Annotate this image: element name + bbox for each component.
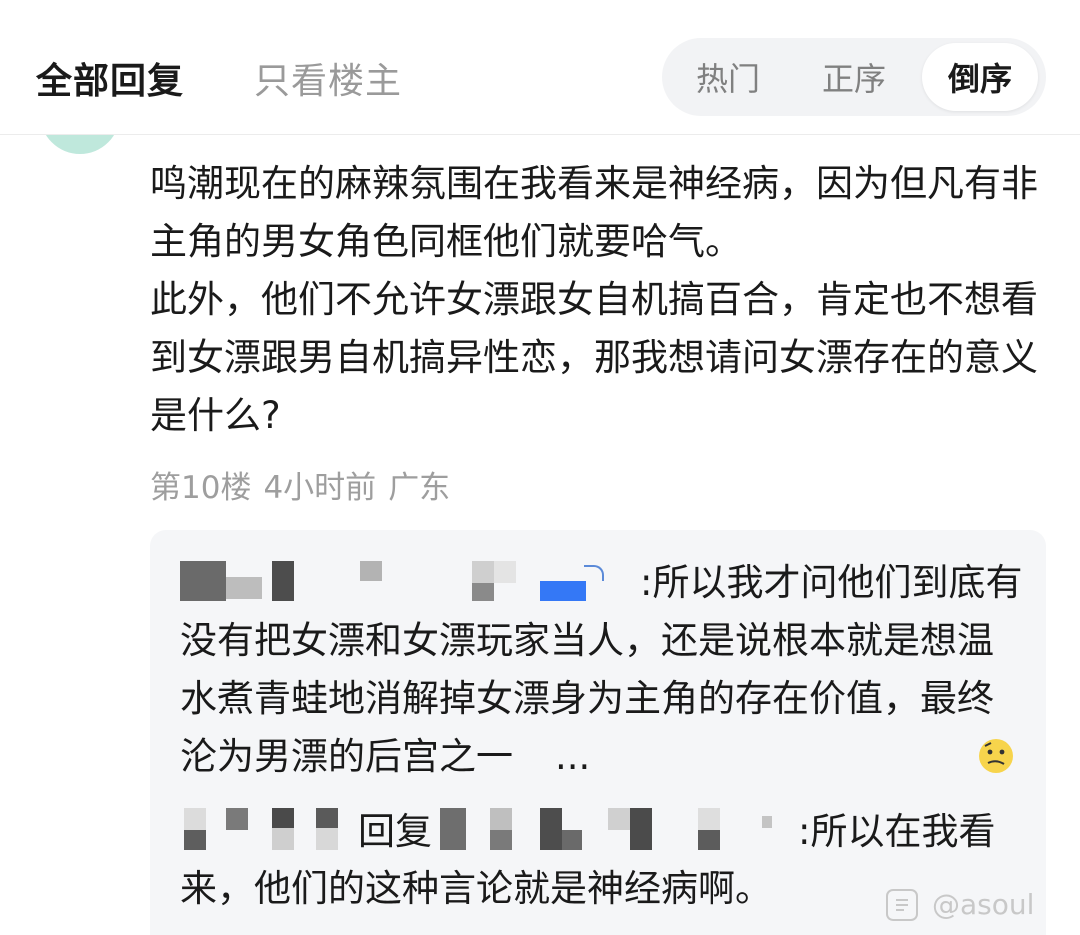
comment-paragraph: 鸣潮现在的麻辣氛围在我看来是神经病，因为但凡有非主角的男女角色同框他们就要哈气。 (150, 162, 1038, 263)
thinking-emoji-icon (517, 734, 1013, 773)
ip-location: 广东 (388, 470, 451, 506)
sort-ascending-button[interactable]: 正序 (796, 43, 912, 111)
floor-number: 第10楼 (150, 470, 252, 506)
replies-header: 全部回复 只看楼主 热门 正序 倒序 (0, 0, 1080, 135)
tab-op-only[interactable]: 只看楼主 (254, 52, 402, 104)
sort-hot-button[interactable]: 热门 (670, 43, 786, 111)
watermark: @asoul (886, 888, 1034, 921)
comment-paragraph: 此外，他们不允许女漂跟女自机搞百合，肯定也不想看到女漂跟男自机搞异性恋，那我想请… (150, 278, 1038, 437)
sort-descending-button[interactable]: 倒序 (922, 43, 1038, 111)
post-time: 4小时前 (263, 470, 377, 506)
comment-body: 鸣潮现在的麻辣氛围在我看来是神经病，因为但凡有非主角的男女角色同框他们就要哈气。… (150, 155, 1050, 445)
sort-toggle-group: 热门 正序 倒序 (662, 38, 1046, 116)
reply-to-label: 回复 (358, 810, 432, 853)
thread-replies-screen: 全部回复 只看楼主 热门 正序 倒序 鸣潮现在的麻辣氛围在我看来是神经病，因为但… (0, 0, 1080, 935)
censored-username-1 (180, 555, 610, 605)
watermark-text: @asoul (932, 888, 1035, 921)
sub-reply-2-text[interactable]: :所以在我看 (798, 806, 995, 858)
censored-username-2 (180, 802, 350, 852)
tab-all-replies[interactable]: 全部回复 (36, 52, 184, 104)
sub-reply-2-text-cont[interactable]: 来，他们的这种言论就是神经病啊。 (180, 863, 772, 915)
app-logo-icon (886, 888, 918, 921)
sub-reply-ellipsis: ... (555, 735, 591, 778)
comment-meta: 第10楼 4小时前 广东 (150, 462, 462, 507)
censored-username-3 (440, 802, 790, 852)
